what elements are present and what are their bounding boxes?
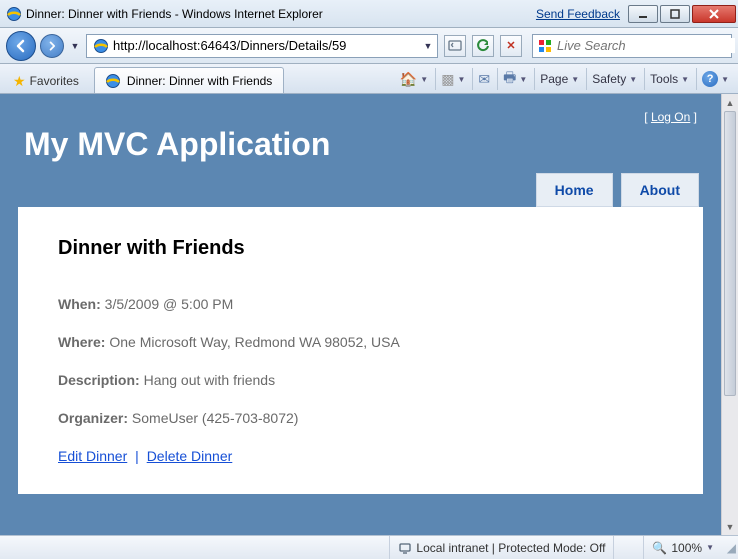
url-input[interactable] <box>113 36 421 56</box>
live-search-icon <box>537 38 553 54</box>
print-icon: 🖶 <box>503 67 516 91</box>
tab-title: Dinner: Dinner with Friends <box>127 74 272 88</box>
favorites-label: Favorites <box>30 74 79 88</box>
browser-tab[interactable]: Dinner: Dinner with Friends <box>94 67 284 93</box>
home-button[interactable]: 🏠▼ <box>395 68 433 90</box>
send-feedback-link[interactable]: Send Feedback <box>536 7 620 21</box>
dinner-where: Where: One Microsoft Way, Redmond WA 980… <box>58 334 663 350</box>
zoom-dropdown-icon[interactable]: ▼ <box>706 543 714 552</box>
help-button[interactable]: ?▼ <box>696 68 734 90</box>
viewport: [ Log On ] My MVC Application Home About… <box>0 94 738 535</box>
minimize-button[interactable] <box>628 5 658 23</box>
read-mail-button[interactable]: ✉ <box>472 68 495 90</box>
logon-area: [ Log On ] <box>18 106 703 126</box>
tools-menu[interactable]: Tools▼ <box>644 68 694 90</box>
page-menu[interactable]: Page▼ <box>534 68 584 90</box>
dinner-when: When: 3/5/2009 @ 5:00 PM <box>58 296 663 312</box>
stop-button[interactable]: ✕ <box>500 35 522 57</box>
help-icon: ? <box>702 71 718 87</box>
zoom-icon: 🔍 <box>652 541 667 555</box>
home-icon: 🏠 <box>400 71 417 88</box>
dinner-description: Description: Hang out with friends <box>58 372 663 388</box>
address-dropdown[interactable]: ▼ <box>421 34 435 58</box>
zone-text: Local intranet | Protected Mode: Off <box>416 541 605 555</box>
nav-history-dropdown[interactable]: ▼ <box>68 34 82 58</box>
refresh-button[interactable] <box>472 35 494 57</box>
favorites-button[interactable]: ★ Favorites <box>4 69 88 93</box>
status-bar: Local intranet | Protected Mode: Off 🔍 1… <box>0 535 738 559</box>
mail-icon: ✉ <box>478 71 490 88</box>
page-favicon <box>93 38 109 54</box>
navigation-bar: ▼ ▼ ✕ 🔍 <box>0 28 738 64</box>
compat-view-button[interactable] <box>444 35 466 57</box>
action-separator: | <box>131 448 143 464</box>
zone-cell[interactable]: Local intranet | Protected Mode: Off <box>389 536 613 559</box>
ie-favicon <box>6 6 22 22</box>
feeds-button[interactable]: ▩▼ <box>435 68 470 90</box>
address-bar[interactable]: ▼ <box>86 34 438 58</box>
window-title: Dinner: Dinner with Friends - Windows In… <box>26 7 323 21</box>
forward-button[interactable] <box>40 34 64 58</box>
maximize-button[interactable] <box>660 5 690 23</box>
resize-grip[interactable]: ◢ <box>722 541 738 555</box>
safety-menu[interactable]: Safety▼ <box>586 68 642 90</box>
tab-favicon <box>105 73 121 89</box>
dinner-heading: Dinner with Friends <box>58 237 663 260</box>
delete-dinner-link[interactable]: Delete Dinner <box>147 448 233 464</box>
vertical-scrollbar[interactable]: ▲ ▼ <box>721 94 738 535</box>
zoom-control[interactable]: 🔍 100% ▼ <box>643 536 722 559</box>
dinner-organizer: Organizer: SomeUser (425-703-8072) <box>58 410 663 426</box>
search-input[interactable] <box>557 38 735 53</box>
tab-command-bar: ★ Favorites Dinner: Dinner with Friends … <box>0 64 738 94</box>
print-button[interactable]: 🖶▼ <box>497 68 532 90</box>
edit-dinner-link[interactable]: Edit Dinner <box>58 448 127 464</box>
intranet-icon <box>398 541 412 555</box>
rss-icon: ▩ <box>441 71 454 88</box>
status-spacer-1 <box>613 536 643 559</box>
search-box[interactable]: 🔍 <box>532 34 732 58</box>
dinner-actions: Edit Dinner | Delete Dinner <box>58 448 663 464</box>
star-icon: ★ <box>13 73 26 90</box>
scroll-down-icon[interactable]: ▼ <box>722 518 738 535</box>
title-bar: Dinner: Dinner with Friends - Windows In… <box>0 0 738 28</box>
close-button[interactable] <box>692 5 736 23</box>
logon-link[interactable]: Log On <box>651 110 690 124</box>
zoom-value: 100% <box>671 541 702 555</box>
app-title: My MVC Application <box>18 126 703 173</box>
nav-home[interactable]: Home <box>536 173 613 207</box>
scroll-thumb[interactable] <box>724 111 736 396</box>
main-content: Dinner with Friends When: 3/5/2009 @ 5:0… <box>18 207 703 494</box>
web-page: [ Log On ] My MVC Application Home About… <box>0 94 721 535</box>
scroll-up-icon[interactable]: ▲ <box>722 94 738 111</box>
nav-about[interactable]: About <box>621 173 699 207</box>
back-button[interactable] <box>6 31 36 61</box>
